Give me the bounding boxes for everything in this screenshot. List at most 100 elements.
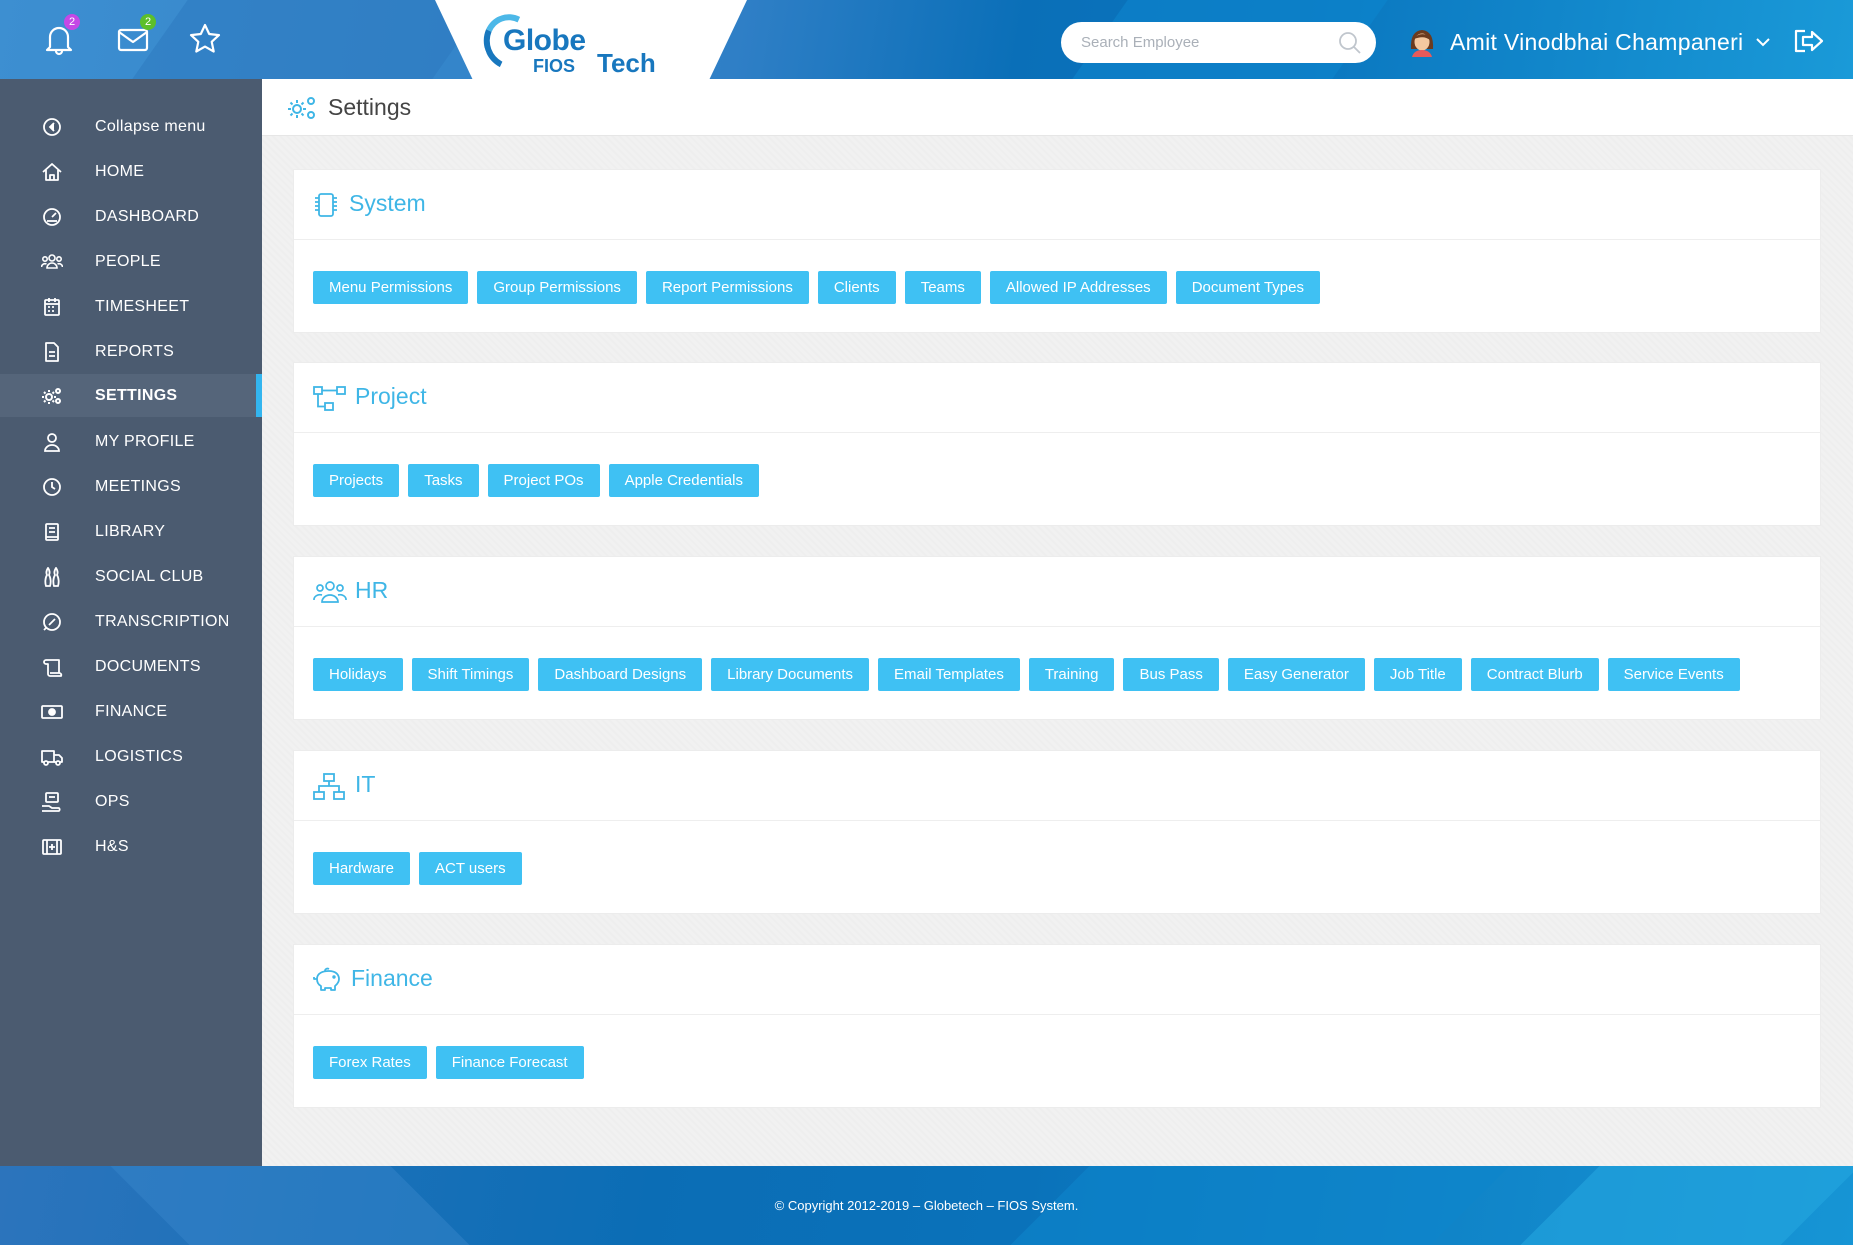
section-header: HR <box>294 557 1820 627</box>
notifications-button[interactable]: 2 <box>42 14 80 56</box>
service-events-button[interactable]: Service Events <box>1607 658 1740 691</box>
copyright-text: © Copyright 2012-2019 – Globetech – FIOS… <box>774 1198 1079 1213</box>
header-decoration <box>132 0 488 79</box>
button-group: Holidays Shift Timings Dashboard Designs… <box>313 658 1749 691</box>
section-title: Finance <box>351 965 433 991</box>
sidebar-item-library[interactable]: LIBRARY <box>0 510 262 553</box>
sidebar-item-label: DOCUMENTS <box>95 657 201 675</box>
bowling-icon <box>44 567 60 587</box>
messages-button[interactable]: 2 <box>116 14 156 56</box>
group-permissions-button[interactable]: Group Permissions <box>477 271 637 304</box>
sidebar-item-collapse-menu[interactable]: Collapse menu <box>0 105 262 148</box>
section-header: System <box>294 170 1820 240</box>
sidebar-item-home[interactable]: HOME <box>0 150 262 193</box>
network-icon <box>313 773 345 800</box>
sidebar-item-label: MEETINGS <box>95 477 181 495</box>
hardware-button[interactable]: Hardware <box>313 852 411 885</box>
sidebar-item-h-and-s[interactable]: H&S <box>0 825 262 868</box>
chevron-down-icon[interactable] <box>1755 37 1771 47</box>
sidebar-item-people[interactable]: PEOPLE <box>0 240 262 283</box>
gear-icon <box>288 97 315 119</box>
section-hr: HR Holidays Shift Timings Dashboard Desi… <box>293 556 1821 720</box>
finance-forecast-button[interactable]: Finance Forecast <box>435 1046 584 1079</box>
job-title-button[interactable]: Job Title <box>1373 658 1462 691</box>
sidebar-item-transcription[interactable]: TRANSCRIPTION <box>0 600 262 643</box>
favorites-button[interactable] <box>188 22 222 56</box>
button-group: Menu Permissions Group Permissions Repor… <box>313 271 1329 304</box>
notification-badge: 2 <box>64 14 80 30</box>
truck-icon <box>41 750 63 766</box>
dashboard-designs-button[interactable]: Dashboard Designs <box>538 658 703 691</box>
sidebar-item-social-club[interactable]: SOCIAL CLUB <box>0 555 262 598</box>
sidebar-item-reports[interactable]: REPORTS <box>0 330 262 373</box>
section-system: System Menu Permissions Group Permission… <box>293 169 1821 333</box>
logout-icon[interactable] <box>1793 28 1825 54</box>
report-permissions-button[interactable]: Report Permissions <box>645 271 809 304</box>
easy-generator-button[interactable]: Easy Generator <box>1227 658 1365 691</box>
message-badge: 2 <box>140 14 156 30</box>
sidebar-item-label: TIMESHEET <box>95 297 190 315</box>
collapse-icon <box>43 118 61 136</box>
main-content: Settings System Menu Permissions Group P… <box>262 79 1853 1166</box>
scroll-icon <box>43 659 63 677</box>
sidebar-item-dashboard[interactable]: DASHBOARD <box>0 195 262 238</box>
sidebar-item-my-profile[interactable]: MY PROFILE <box>0 420 262 463</box>
project-pos-button[interactable]: Project POs <box>487 464 600 497</box>
page-header: Settings <box>262 79 1853 136</box>
sidebar-item-label: SOCIAL CLUB <box>95 567 204 585</box>
sidebar-item-documents[interactable]: DOCUMENTS <box>0 645 262 688</box>
email-templates-button[interactable]: Email Templates <box>878 658 1020 691</box>
act-users-button[interactable]: ACT users <box>419 852 522 885</box>
sidebar: Collapse menu HOME DASHBOARD PEOPLE TIME… <box>0 79 262 1166</box>
section-title: HR <box>355 577 389 603</box>
projects-button[interactable]: Projects <box>313 464 400 497</box>
section-title: System <box>349 190 426 216</box>
sidebar-item-finance[interactable]: FINANCE <box>0 690 262 733</box>
button-group: Forex Rates Finance Forecast <box>313 1046 593 1079</box>
user-icon <box>44 433 60 452</box>
section-finance: Finance Forex Rates Finance Forecast <box>293 944 1821 1108</box>
library-documents-button[interactable]: Library Documents <box>711 658 870 691</box>
search-icon[interactable] <box>1338 31 1362 55</box>
bus-pass-button[interactable]: Bus Pass <box>1123 658 1219 691</box>
allowed-ip-addresses-button[interactable]: Allowed IP Addresses <box>989 271 1167 304</box>
training-button[interactable]: Training <box>1028 658 1115 691</box>
holidays-button[interactable]: Holidays <box>313 658 403 691</box>
section-header: Project <box>294 363 1820 433</box>
logo-text-tech: Tech <box>597 48 656 78</box>
hr-group-icon <box>313 581 347 603</box>
teams-button[interactable]: Teams <box>904 271 981 304</box>
globetech-logo[interactable]: Globe FIOS Tech <box>475 6 678 78</box>
apple-credentials-button[interactable]: Apple Credentials <box>608 464 759 497</box>
section-title: Project <box>355 383 427 409</box>
document-types-button[interactable]: Document Types <box>1175 271 1320 304</box>
sidebar-item-label: FINANCE <box>95 702 168 720</box>
menu-permissions-button[interactable]: Menu Permissions <box>313 271 469 304</box>
sidebar-item-timesheet[interactable]: TIMESHEET <box>0 285 262 328</box>
top-header: 2 2 Globe FIOS Tech A <box>0 0 1853 79</box>
sidebar-item-label: LOGISTICS <box>95 747 184 765</box>
piggy-bank-icon <box>313 967 340 991</box>
sidebar-item-settings[interactable]: SETTINGS <box>0 374 262 417</box>
tasks-button[interactable]: Tasks <box>408 464 479 497</box>
section-project: Project Projects Tasks Project POs Apple… <box>293 362 1821 526</box>
button-group: Projects Tasks Project POs Apple Credent… <box>313 464 768 497</box>
logo-text-globe: Globe <box>503 24 586 57</box>
section-header: Finance <box>294 945 1820 1015</box>
shift-timings-button[interactable]: Shift Timings <box>411 658 530 691</box>
sidebar-item-label: OPS <box>95 792 130 810</box>
button-group: Hardware ACT users <box>313 852 531 885</box>
sidebar-item-ops[interactable]: OPS <box>0 780 262 823</box>
user-menu[interactable]: Amit Vinodbhai Champaneri <box>1408 22 1771 62</box>
sidebar-item-logistics[interactable]: LOGISTICS <box>0 735 262 778</box>
clients-button[interactable]: Clients <box>817 271 896 304</box>
forex-rates-button[interactable]: Forex Rates <box>313 1046 427 1079</box>
contract-blurb-button[interactable]: Contract Blurb <box>1470 658 1599 691</box>
sidebar-item-meetings[interactable]: MEETINGS <box>0 465 262 508</box>
people-icon <box>41 254 63 269</box>
search-input[interactable] <box>1081 30 1331 55</box>
book-icon <box>45 523 59 541</box>
employee-search <box>1061 22 1376 63</box>
footer: © Copyright 2012-2019 – Globetech – FIOS… <box>0 1166 1853 1245</box>
chip-icon <box>315 193 337 217</box>
